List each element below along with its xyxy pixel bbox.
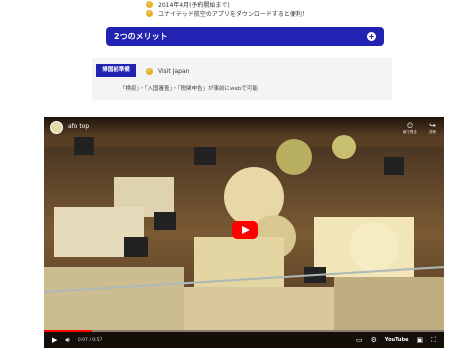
check-icon: ✓ — [146, 1, 153, 8]
captions-icon[interactable]: ▭ — [356, 336, 363, 344]
play-icon[interactable]: ▶ — [52, 336, 57, 344]
bullet-text: 2014年4月(予約開始まで) — [158, 2, 230, 9]
plus-icon[interactable]: + — [367, 32, 376, 41]
video-top-bar — [44, 117, 444, 137]
bullet-row: ✓ ユナイテッド航空のアプリをダウンロードすると便利！ — [146, 9, 308, 18]
settings-icon[interactable]: ⚙ — [371, 336, 377, 344]
channel-avatar[interactable] — [50, 121, 63, 134]
cast-icon[interactable]: ▣ — [416, 336, 423, 344]
info-box — [92, 58, 392, 100]
fullscreen-icon[interactable]: ⛶ — [431, 336, 436, 345]
section-note: 「検疫」・「入国審査」・「税関申告」が事前にwebで可能 — [120, 86, 258, 92]
merit-accordion[interactable]: 2つのメリット + — [106, 27, 384, 46]
video-top-actions: ⏲ 後で見る ↪ 共有 — [403, 122, 436, 135]
check-icon: ✓ — [146, 68, 153, 75]
volume-icon[interactable]: 🔊︎ — [65, 336, 69, 345]
video-title[interactable]: afo top — [68, 123, 89, 130]
time-display: 0:07 / 0:57 — [77, 337, 103, 343]
play-button[interactable] — [232, 221, 258, 239]
bullet-row: ✓ 2014年4月(予約開始まで) — [146, 0, 230, 9]
section-tag: 帰国前準備 — [96, 64, 136, 77]
bullet-text: ユナイテッド航空のアプリをダウンロードすると便利！ — [158, 11, 308, 18]
video-player[interactable]: afo top ⏲ 後で見る ↪ 共有 ▶ 🔊︎ 0:07 / 0:57 ▭ ⚙ Y… — [44, 117, 444, 348]
video-controls: ▶ 🔊︎ 0:07 / 0:57 ▭ ⚙ YouTube ▣ ⛶ — [44, 332, 444, 348]
clock-icon[interactable]: ⏲ 後で見る — [403, 122, 417, 135]
share-icon[interactable]: ↪ 共有 — [429, 122, 436, 135]
section-item: Visit Japan — [158, 68, 190, 75]
youtube-logo[interactable]: YouTube — [385, 337, 409, 343]
merit-title: 2つのメリット — [114, 32, 168, 41]
check-icon: ✓ — [146, 10, 153, 17]
bullet-row: ✓ Visit Japan — [146, 68, 189, 75]
